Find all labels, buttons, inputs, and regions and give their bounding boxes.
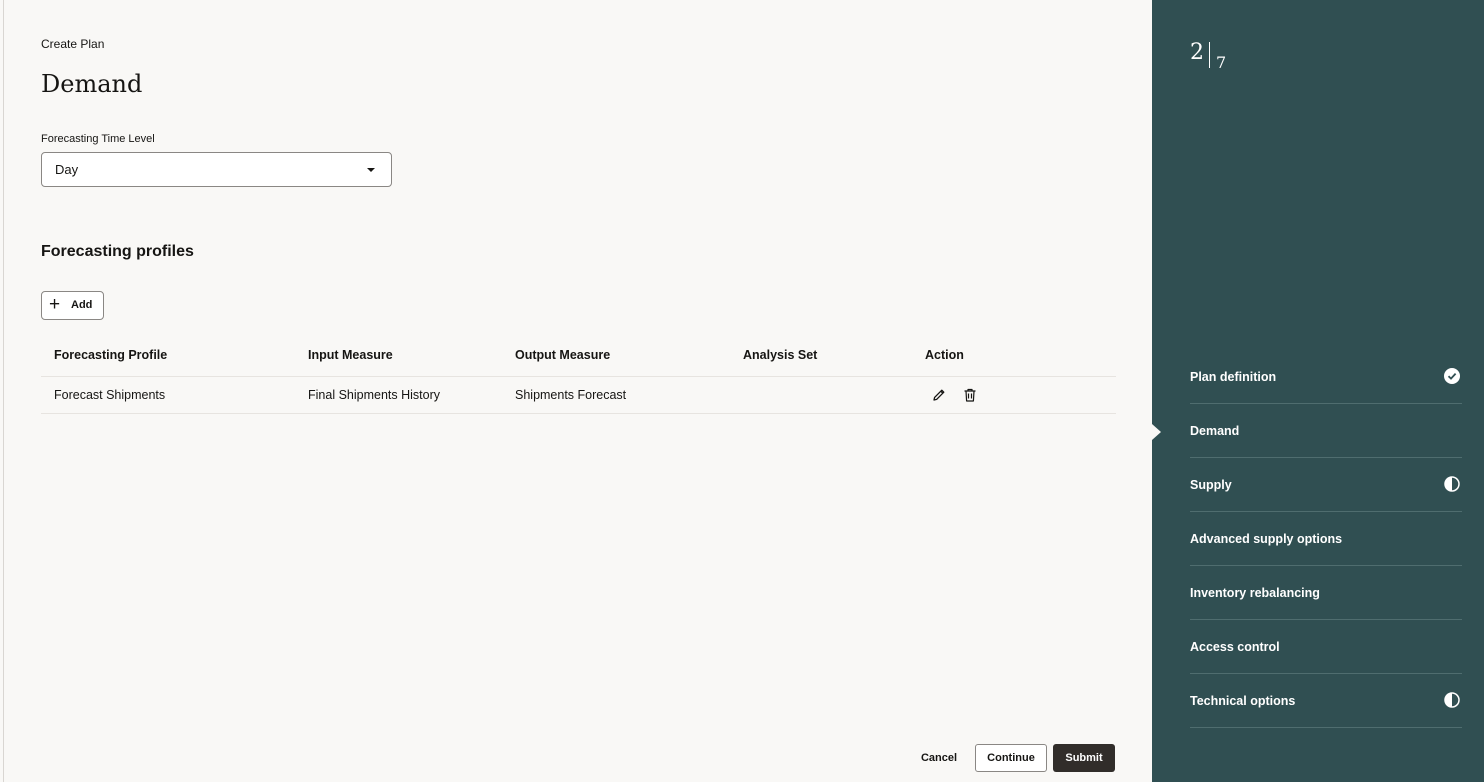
- steps-list: Plan definition Demand Supply Advanced s…: [1190, 350, 1462, 728]
- train-stop-panel: 2 7 Plan definition Demand Supply Advanc…: [1152, 0, 1484, 782]
- step-access-control[interactable]: Access control: [1190, 620, 1462, 674]
- step-supply[interactable]: Supply: [1190, 458, 1462, 512]
- step-label: Plan definition: [1190, 370, 1277, 384]
- column-header-analysis-set[interactable]: Analysis Set: [743, 348, 817, 362]
- plus-icon: +: [49, 294, 61, 315]
- main-content: Create Plan Demand Forecasting Time Leve…: [0, 0, 1152, 782]
- step-label: Advanced supply options: [1190, 532, 1343, 546]
- column-header-action: Action: [925, 348, 964, 362]
- step-label: Inventory rebalancing: [1190, 586, 1320, 600]
- step-label: Technical options: [1190, 694, 1296, 708]
- current-step-number: 2: [1190, 40, 1204, 65]
- time-level-select[interactable]: Day: [41, 152, 392, 187]
- page-subtitle: Create Plan: [41, 37, 105, 51]
- step-label: Supply: [1190, 478, 1232, 492]
- profiles-table: Forecasting Profile Input Measure Output…: [41, 336, 1116, 414]
- half-circle-icon: [1444, 692, 1460, 708]
- add-profile-button[interactable]: + Add: [41, 291, 104, 320]
- edit-pencil-icon[interactable]: [931, 387, 947, 403]
- column-header-output-measure[interactable]: Output Measure: [515, 348, 610, 362]
- add-button-label: Add: [71, 299, 93, 311]
- step-inventory-rebalancing[interactable]: Inventory rebalancing: [1190, 566, 1462, 620]
- continue-button[interactable]: Continue: [975, 744, 1047, 772]
- cell-profile: Forecast Shipments: [54, 388, 166, 402]
- cell-input-measure: Final Shipments History: [308, 388, 440, 402]
- time-level-label: Forecasting Time Level: [41, 133, 155, 145]
- step-label: Access control: [1190, 640, 1280, 654]
- profiles-section-title: Forecasting profiles: [41, 243, 194, 260]
- step-technical-options[interactable]: Technical options: [1190, 674, 1462, 728]
- cancel-button[interactable]: Cancel: [913, 744, 965, 772]
- cell-output-measure: Shipments Forecast: [515, 388, 627, 402]
- step-counter-divider: [1209, 42, 1210, 68]
- delete-trash-icon[interactable]: [962, 387, 978, 403]
- table-row: Forecast Shipments Final Shipments Histo…: [41, 377, 1116, 414]
- half-circle-icon: [1444, 476, 1460, 492]
- check-circle-icon: [1444, 368, 1460, 384]
- total-steps-number: 7: [1216, 53, 1227, 72]
- step-demand[interactable]: Demand: [1190, 404, 1462, 458]
- step-plan-definition[interactable]: Plan definition: [1190, 350, 1462, 404]
- step-advanced-supply-options[interactable]: Advanced supply options: [1190, 512, 1462, 566]
- column-header-input-measure[interactable]: Input Measure: [308, 348, 393, 362]
- time-level-value: Day: [55, 162, 79, 177]
- current-step-indicator: [1152, 424, 1161, 440]
- column-header-profile[interactable]: Forecasting Profile: [54, 348, 167, 362]
- step-label: Demand: [1190, 424, 1240, 438]
- table-header-row: Forecasting Profile Input Measure Output…: [41, 336, 1116, 377]
- caret-down-icon: [367, 168, 375, 172]
- submit-button[interactable]: Submit: [1053, 744, 1115, 772]
- page-title: Demand: [41, 70, 143, 98]
